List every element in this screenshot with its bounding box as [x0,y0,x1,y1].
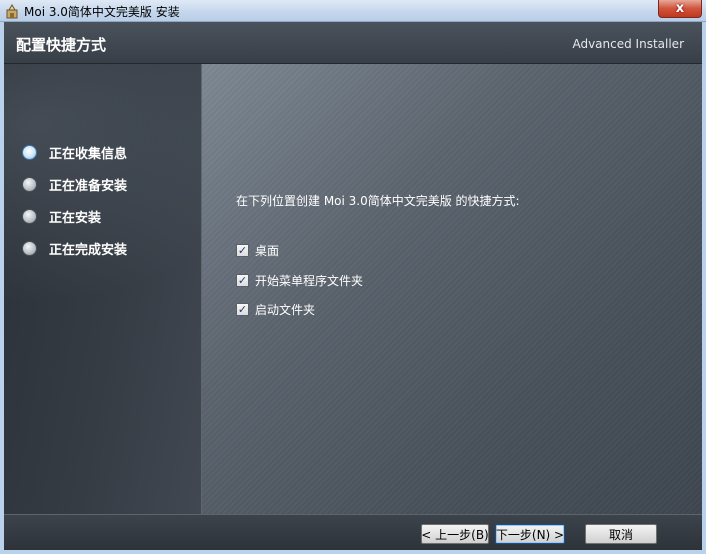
close-button[interactable]: x [658,0,702,18]
close-icon: x [675,1,685,16]
page-header: 配置快捷方式 Advanced Installer [4,22,702,64]
step-label: 正在准备安装 [49,178,128,194]
step-label: 正在完成安装 [49,242,128,258]
checkmark-icon: ✓ [237,273,248,287]
title-bar[interactable]: Moi 3.0简体中文完美版 安装 x [0,0,706,22]
startup-folder-shortcut-option[interactable]: ✓ 启动文件夹 [236,301,315,317]
desktop-checkbox[interactable]: ✓ [236,243,249,257]
desktop-shortcut-option[interactable]: ✓ 桌面 [236,242,279,258]
step-label: 正在收集信息 [49,146,128,162]
window-title: Moi 3.0简体中文完美版 安装 [24,5,180,19]
window-frame-bottom [0,550,706,554]
checkmark-icon: ✓ [237,243,248,257]
step-active-bullet-icon [22,144,37,160]
startup-folder-checkbox[interactable]: ✓ [236,302,249,316]
main-content: 在下列位置创建 Moi 3.0简体中文完美版 的快捷方式: ✓ 桌面 ✓ 开始菜… [202,64,702,514]
back-button[interactable]: < 上一步(B) [421,524,489,544]
step-bullet-icon [22,240,37,256]
step-finishing-install: 正在完成安装 [22,238,127,258]
start-menu-checkbox[interactable]: ✓ [236,273,249,287]
steps-panel: 正在收集信息 正在准备安装 正在安装 正在完成安装 [4,64,202,514]
button-bar: < 上一步(B) 下一步(N) > 取消 [4,514,702,550]
step-bullet-icon [22,176,37,192]
checkmark-icon: ✓ [237,302,248,316]
step-label: 正在安装 [49,210,102,226]
step-collecting-info: 正在收集信息 [22,142,127,162]
brand-label: Advanced Installer [572,37,684,51]
next-button[interactable]: 下一步(N) > [495,524,565,544]
step-bullet-icon [22,208,37,224]
desktop-label: 桌面 [255,243,280,258]
start-menu-label: 开始菜单程序文件夹 [255,273,364,288]
step-preparing-install: 正在准备安装 [22,174,127,194]
page-title: 配置快捷方式 [16,36,107,54]
step-installing: 正在安装 [22,206,101,226]
cancel-button[interactable]: 取消 [585,524,657,544]
start-menu-shortcut-option[interactable]: ✓ 开始菜单程序文件夹 [236,272,363,288]
window-frame-right [702,22,706,554]
startup-folder-label: 启动文件夹 [255,302,316,317]
shortcut-intro-text: 在下列位置创建 Moi 3.0简体中文完美版 的快捷方式: [236,194,520,208]
installer-app-icon [6,4,18,19]
